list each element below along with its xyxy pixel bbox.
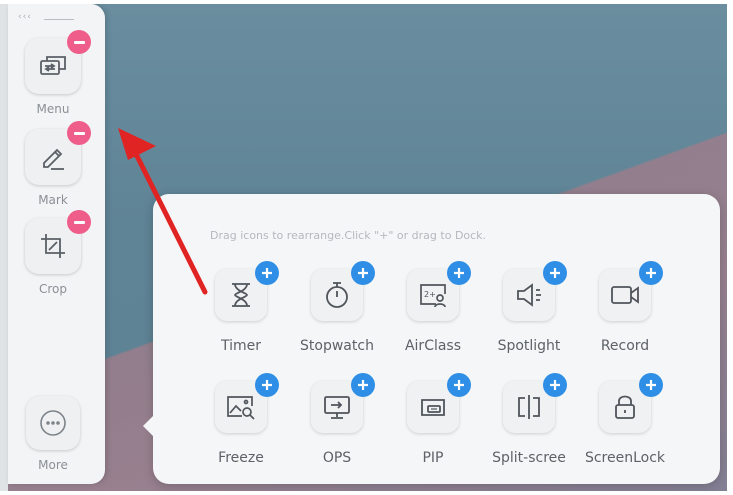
plus-icon: [646, 380, 656, 390]
spotlight-icon: [517, 283, 541, 307]
dock-label-more: More: [38, 458, 68, 472]
tool-split-screen[interactable]: Split-scree: [481, 373, 577, 466]
add-to-dock-button[interactable]: [351, 373, 375, 397]
frame-top: [0, 0, 733, 4]
tool-pip[interactable]: PIP: [385, 373, 481, 466]
freeze-image-icon: [227, 396, 255, 420]
remove-from-dock-button[interactable]: [67, 30, 91, 54]
monitor-input-icon: [324, 396, 350, 419]
airclass-icon: 2+: [420, 284, 446, 308]
tool-tile-stopwatch[interactable]: [311, 261, 375, 321]
dock-label-mark: Mark: [38, 193, 68, 207]
panel-pointer: [143, 416, 153, 436]
add-to-dock-button[interactable]: [639, 261, 663, 285]
tool-tile-ops[interactable]: [311, 373, 375, 433]
hourglass-icon: [232, 283, 250, 307]
tool-airclass[interactable]: 2+ AirClass: [385, 261, 481, 354]
tool-label-stopwatch: Stopwatch: [300, 338, 374, 354]
tool-label-record: Record: [600, 338, 650, 354]
dock-item-menu[interactable]: Menu: [23, 30, 91, 116]
dock-item-more[interactable]: More: [23, 396, 83, 472]
tool-tile-pip[interactable]: [407, 373, 471, 433]
video-record-icon: [611, 286, 639, 304]
dock-tile-mark[interactable]: [25, 121, 91, 185]
tool-label-timer: Timer: [220, 338, 262, 354]
dock-label-crop: Crop: [38, 282, 67, 296]
tool-tile-freeze[interactable]: [215, 373, 279, 433]
dock-tile-menu[interactable]: [25, 30, 91, 94]
frame-right: [727, 0, 733, 495]
plus-icon: [262, 380, 272, 390]
add-to-dock-button[interactable]: [351, 261, 375, 285]
add-to-dock-button[interactable]: [447, 373, 471, 397]
collapse-chevrons-icon[interactable]: ‹‹‹: [18, 12, 32, 22]
split-screen-icon: [518, 395, 540, 419]
display-switch-icon: [40, 56, 66, 75]
more-options-icon: [40, 410, 66, 436]
dock-item-crop[interactable]: Crop: [23, 210, 91, 296]
tool-tile-spotlight[interactable]: [503, 261, 567, 321]
tool-label-pip: PIP: [422, 450, 444, 466]
padlock-icon: [615, 395, 635, 419]
tools-panel: Drag icons to rearrange.Click "+" or dra…: [143, 194, 720, 484]
tool-dock: ‹‹‹ Menu Mark Crop More: [8, 4, 105, 484]
screen-edge: [0, 0, 8, 495]
tool-tile-split-screen[interactable]: [503, 373, 567, 433]
remove-from-dock-button[interactable]: [67, 121, 91, 145]
tool-record[interactable]: Record: [577, 261, 673, 354]
plus-icon: [550, 380, 560, 390]
dock-tile-crop[interactable]: [25, 210, 91, 274]
tool-tile-screenlock[interactable]: [599, 373, 663, 433]
add-to-dock-button[interactable]: [255, 373, 279, 397]
add-to-dock-button[interactable]: [639, 373, 663, 397]
tool-screenlock[interactable]: ScreenLock: [577, 373, 673, 466]
tool-label-ops: OPS: [322, 450, 352, 466]
tool-timer[interactable]: Timer: [193, 261, 289, 354]
plus-icon: [358, 380, 368, 390]
frame-bottom: [0, 491, 733, 495]
tool-stopwatch[interactable]: Stopwatch: [289, 261, 385, 354]
svg-text:2+: 2+: [424, 290, 436, 299]
plus-icon: [454, 380, 464, 390]
pip-icon: [421, 399, 445, 416]
tool-label-spotlight: Spotlight: [497, 338, 561, 354]
pen-icon: [43, 148, 64, 170]
dock-drag-handle[interactable]: ‹‹‹: [18, 12, 74, 22]
tool-freeze[interactable]: Freeze: [193, 373, 289, 466]
plus-icon: [262, 268, 272, 278]
more-button[interactable]: [26, 396, 80, 450]
tool-label-freeze: Freeze: [218, 450, 264, 466]
remove-from-dock-button[interactable]: [67, 210, 91, 234]
panel-hint-text: Drag icons to rearrange.Click "+" or dra…: [210, 229, 487, 242]
plus-icon: [646, 268, 656, 278]
dock-item-mark[interactable]: Mark: [23, 121, 91, 207]
plus-icon: [550, 268, 560, 278]
plus-icon: [358, 268, 368, 278]
tool-tile-timer[interactable]: [215, 261, 279, 321]
crop-icon: [41, 234, 65, 258]
tool-tile-record[interactable]: [599, 261, 663, 321]
add-to-dock-button[interactable]: [255, 261, 279, 285]
tool-spotlight[interactable]: Spotlight: [481, 261, 577, 354]
tool-label-screenlock: ScreenLock: [584, 450, 666, 466]
add-to-dock-button[interactable]: [543, 261, 567, 285]
tool-label-airclass: AirClass: [404, 338, 462, 354]
dock-label-menu: Menu: [36, 102, 70, 116]
plus-icon: [454, 268, 464, 278]
add-to-dock-button[interactable]: [447, 261, 471, 285]
tool-ops[interactable]: OPS: [289, 373, 385, 466]
add-to-dock-button[interactable]: [543, 373, 567, 397]
dock-handle-line: [44, 19, 74, 20]
tool-tile-airclass[interactable]: 2+: [407, 261, 471, 321]
stopwatch-icon: [326, 282, 348, 308]
tool-label-split-screen: Split-scree: [492, 450, 566, 466]
